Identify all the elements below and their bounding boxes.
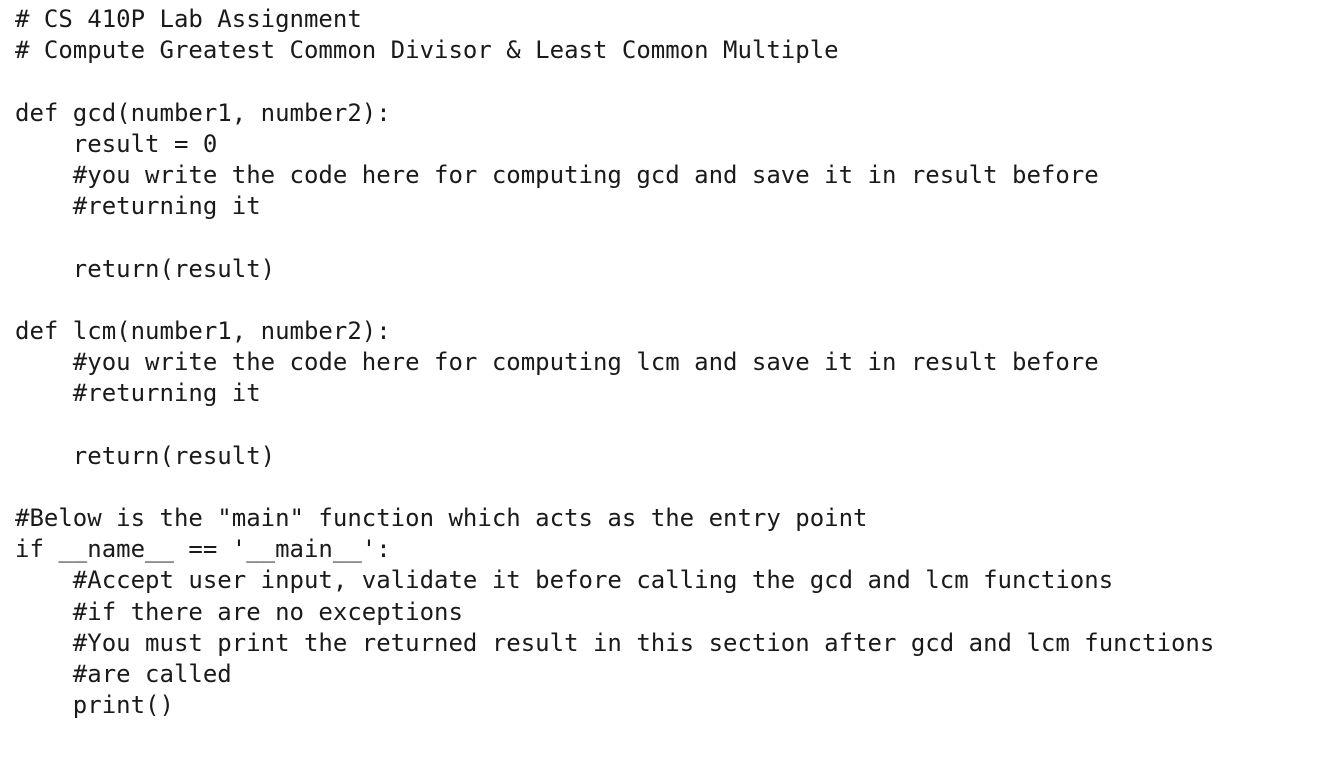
code-line: print() <box>15 691 174 720</box>
code-line: #you write the code here for computing g… <box>15 160 1099 189</box>
code-line: #if there are no exceptions <box>15 597 463 626</box>
code-line: def lcm(number1, number2): <box>15 316 391 345</box>
code-line: #Accept user input, validate it before c… <box>15 566 1114 595</box>
code-line: def gcd(number1, number2): <box>15 98 391 127</box>
code-line: if __name__ == '__main__': <box>15 535 391 564</box>
code-line: result = 0 <box>15 129 218 158</box>
code-line: #are called <box>15 659 232 688</box>
code-line: return(result) <box>15 441 276 470</box>
code-line: #You must print the returned result in t… <box>15 628 1215 657</box>
code-listing: # CS 410P Lab Assignment # Compute Greate… <box>15 4 1324 721</box>
code-line: return(result) <box>15 254 276 283</box>
code-line: #returning it <box>15 192 261 221</box>
code-line: # CS 410P Lab Assignment <box>15 5 362 33</box>
code-line: #you write the code here for computing l… <box>15 348 1099 377</box>
code-line: #returning it <box>15 379 261 408</box>
code-line: # Compute Greatest Common Divisor & Leas… <box>15 36 839 65</box>
code-line: #Below is the "main" function which acts… <box>15 504 868 532</box>
